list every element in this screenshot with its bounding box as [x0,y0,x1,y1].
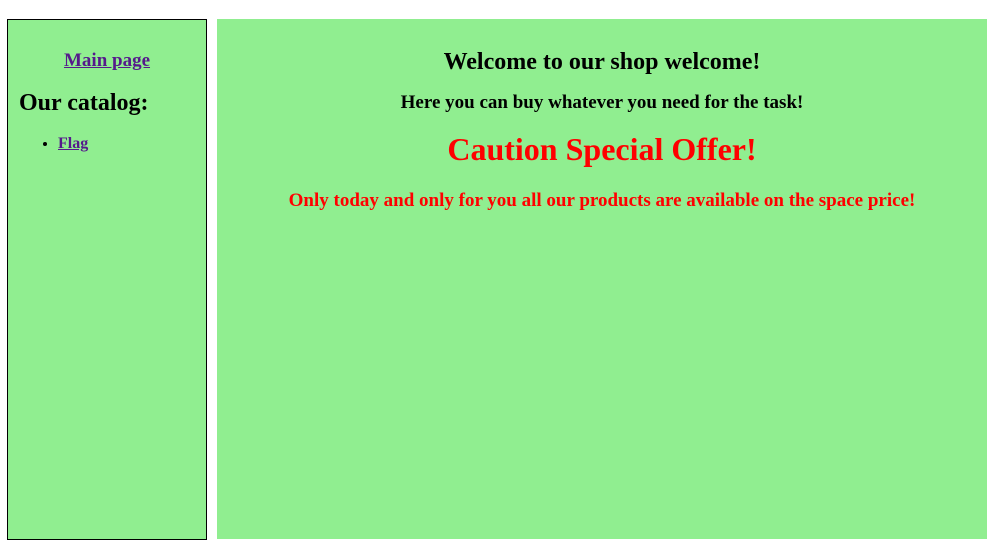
welcome-heading: Welcome to our shop welcome! [443,49,761,75]
main-page-link-container: Main page [8,50,206,72]
catalog-item-flag: Flag [58,135,206,153]
main-content: Welcome to our shop welcome! Here you ca… [217,19,987,539]
special-offer-heading: Caution Special Offer! [447,131,757,167]
catalog-link-flag[interactable]: Flag [58,135,88,152]
special-offer-text: Only today and only for you all our prod… [288,190,916,211]
sidebar: Main page Our catalog: Flag [7,19,207,540]
catalog-heading: Our catalog: [19,90,149,116]
catalog-list: Flag [8,135,206,153]
shop-subtitle: Here you can buy whatever you need for t… [400,92,804,113]
main-page-link[interactable]: Main page [64,50,150,71]
